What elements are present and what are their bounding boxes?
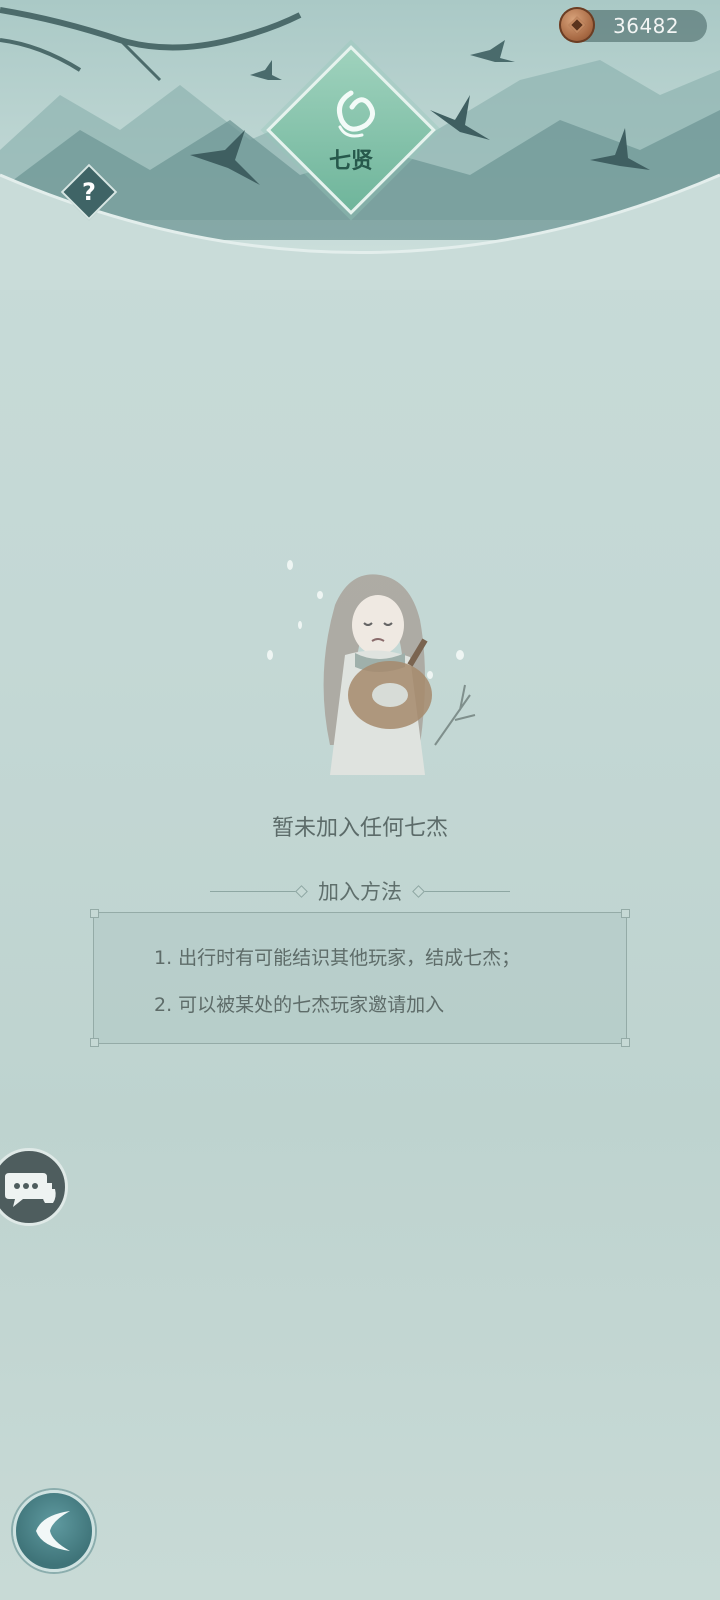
join-rule-item: 1. 出行时有可能结识其他玩家，结成七杰； — [154, 947, 521, 969]
corner-ornament — [621, 1038, 630, 1047]
question-mark-icon: ? — [82, 178, 96, 206]
copper-coin-icon — [559, 7, 595, 43]
corner-ornament — [90, 909, 99, 918]
chat-button[interactable] — [0, 1148, 68, 1226]
currency-value: 36482 — [613, 14, 680, 38]
heading-divider-right — [420, 890, 510, 892]
corner-ornament — [90, 1038, 99, 1047]
back-button[interactable] — [13, 1490, 95, 1572]
heading-divider-left — [210, 890, 300, 892]
sad-character-illustration — [260, 545, 500, 795]
join-rules-box: 1. 出行时有可能结识其他玩家，结成七杰； 2. 可以被某处的七杰玩家邀请加入 — [90, 909, 630, 1047]
join-method-heading: 加入方法 — [0, 876, 720, 906]
join-rule-item: 2. 可以被某处的七杰玩家邀请加入 — [154, 994, 445, 1016]
join-method-title: 加入方法 — [318, 880, 402, 904]
empty-state-message: 暂未加入任何七杰 — [271, 816, 448, 841]
corner-ornament — [621, 909, 630, 918]
currency-display[interactable]: 36482 — [559, 7, 707, 43]
emblem-title: 七贤 — [328, 148, 373, 174]
back-arrow-icon — [36, 1511, 70, 1551]
chat-bubble-icon — [5, 1173, 56, 1207]
